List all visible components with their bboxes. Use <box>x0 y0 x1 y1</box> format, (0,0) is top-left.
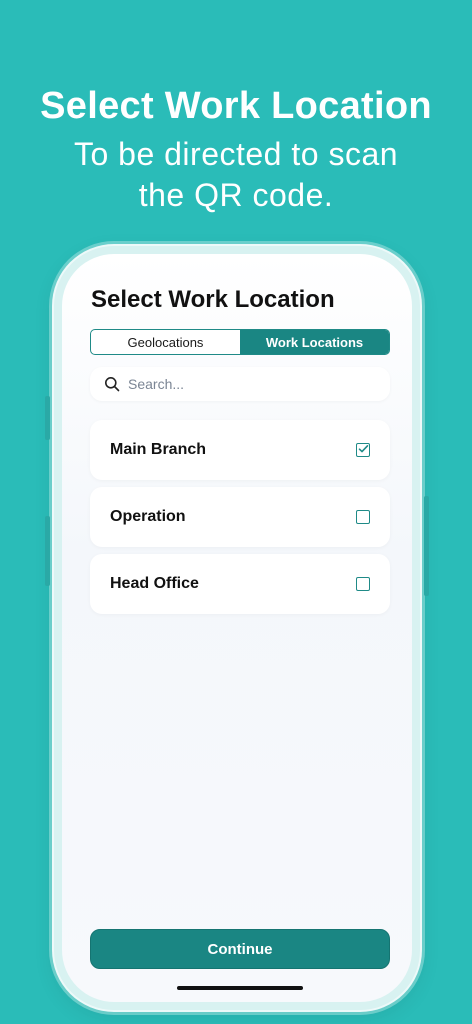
location-item-operation[interactable]: Operation <box>90 487 390 547</box>
location-type-tabs: Geolocations Work Locations <box>90 329 390 355</box>
location-item-head-office[interactable]: Head Office <box>90 554 390 614</box>
phone-frame: Select Work Location Geolocations Work L… <box>45 244 429 1012</box>
hero: Select Work Location To be directed to s… <box>0 78 472 216</box>
hero-title: Select Work Location <box>40 85 432 127</box>
app-screen: Select Work Location Geolocations Work L… <box>62 254 412 1002</box>
tab-work-locations[interactable]: Work Locations <box>240 330 389 354</box>
search-input[interactable] <box>128 376 368 392</box>
checkbox-checked-icon[interactable] <box>356 443 370 457</box>
continue-button[interactable]: Continue <box>90 929 390 969</box>
location-label: Head Office <box>110 575 199 592</box>
tab-geolocations[interactable]: Geolocations <box>91 330 240 354</box>
location-label: Operation <box>110 508 186 525</box>
checkbox-empty-icon[interactable] <box>356 577 370 591</box>
location-item-main-branch[interactable]: Main Branch <box>90 420 390 480</box>
home-indicator <box>177 986 303 990</box>
checkbox-empty-icon[interactable] <box>356 510 370 524</box>
hero-subtitle: To be directed to scan the QR code. <box>73 136 399 213</box>
phone-side-button <box>45 396 50 440</box>
phone-side-button <box>424 496 429 596</box>
search-icon <box>104 376 120 392</box>
location-label: Main Branch <box>110 441 207 458</box>
screen-title: Select Work Location <box>91 286 335 313</box>
search-bar[interactable] <box>90 367 390 401</box>
